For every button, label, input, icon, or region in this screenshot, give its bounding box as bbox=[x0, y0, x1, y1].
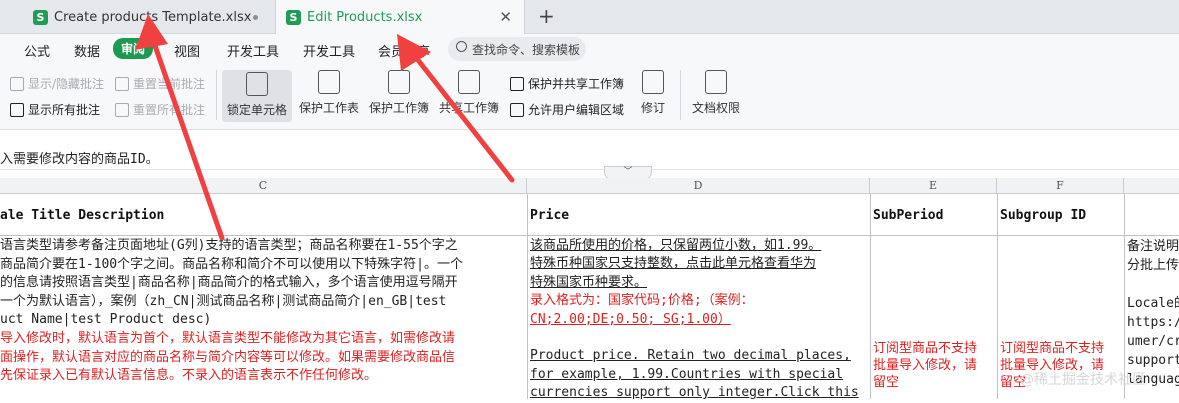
arrow-to-tab2 bbox=[397, 34, 515, 183]
arrow-to-tab1 bbox=[135, 14, 225, 241]
annotation-arrows bbox=[135, 14, 515, 241]
